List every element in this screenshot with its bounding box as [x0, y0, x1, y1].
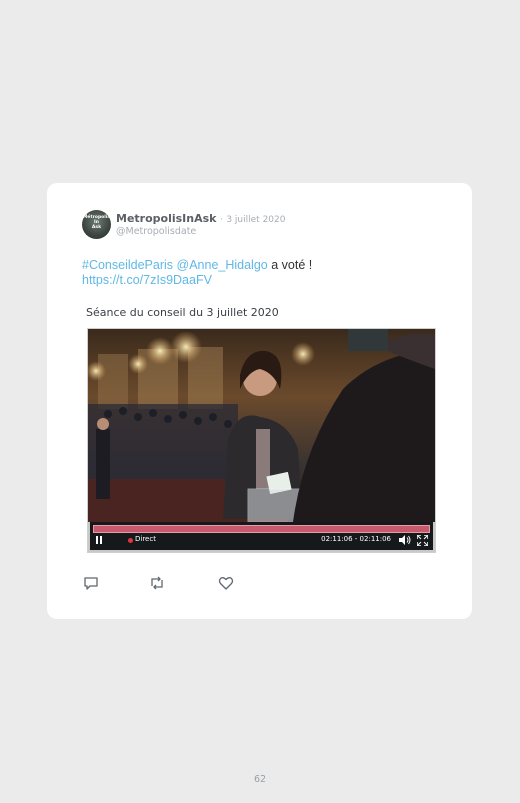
mention-link[interactable]: @Anne_Hidalgo	[177, 258, 268, 272]
tweet-url[interactable]: https://t.co/7zIs9DaaFV	[82, 273, 212, 287]
pause-icon[interactable]	[96, 536, 103, 544]
retweet-icon[interactable]	[149, 575, 165, 591]
tweet-text: #ConseildeParis @Anne_Hidalgo a voté ! h…	[82, 258, 442, 288]
tweet-card: Métropolis In Ask MetropolisInAsk · 3 ju…	[47, 183, 472, 619]
video-title: Séance du conseil du 3 juillet 2020	[86, 306, 279, 319]
fullscreen-icon[interactable]	[417, 535, 428, 546]
hashtag-link[interactable]: #ConseildeParis	[82, 258, 173, 272]
time-display: 02:11:06 - 02:11:06	[321, 535, 391, 543]
live-dot-icon	[128, 538, 133, 543]
author-name[interactable]: MetropolisInAsk	[116, 212, 216, 225]
reply-icon[interactable]	[83, 575, 99, 591]
volume-icon[interactable]	[399, 535, 411, 545]
page-number: 62	[253, 774, 267, 785]
author-line: MetropolisInAsk · 3 juillet 2020	[116, 212, 285, 225]
avatar-text: Métropolis In Ask	[82, 215, 111, 230]
live-label: Direct	[135, 535, 156, 543]
video-player[interactable]: Direct 02:11:06 - 02:11:06	[87, 328, 436, 553]
tweet-date[interactable]: 3 juillet 2020	[226, 215, 285, 225]
author-handle[interactable]: @Metropolisdate	[116, 226, 196, 237]
tweet-body: a voté !	[267, 258, 313, 272]
like-icon[interactable]	[218, 575, 234, 591]
avatar[interactable]: Métropolis In Ask	[82, 210, 111, 239]
separator: ·	[219, 215, 223, 225]
video-frame	[88, 329, 435, 522]
progress-bar[interactable]	[93, 525, 430, 533]
tweet-actions	[83, 575, 283, 591]
video-controls: Direct 02:11:06 - 02:11:06	[90, 522, 433, 550]
